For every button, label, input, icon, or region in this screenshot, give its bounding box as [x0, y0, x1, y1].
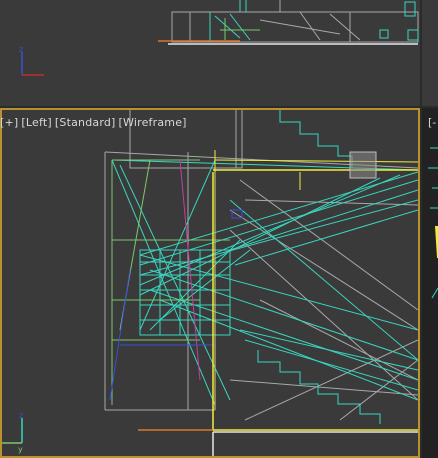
- viewport-top-right[interactable]: [421, 0, 438, 106]
- viewport-pov-menu[interactable]: [Left]: [21, 116, 51, 129]
- viewport-plus-menu[interactable]: [+]: [0, 116, 18, 129]
- svg-text:z: z: [19, 411, 23, 420]
- top-viewport-wireframe: z: [19, 0, 419, 76]
- viewport-top[interactable]: z: [0, 0, 420, 106]
- viewport-shading-standard-menu[interactable]: [Standard]: [55, 116, 116, 129]
- right-viewport-wireframe: [428, 147, 438, 299]
- left-viewport-wireframe: z y: [2, 110, 418, 456]
- right-viewport-label[interactable]: [-: [428, 116, 436, 129]
- viewport-display-mode-menu[interactable]: [Wireframe]: [119, 116, 187, 129]
- viewport-label-menu: [+] [Left] [Standard] [Wireframe]: [0, 116, 190, 129]
- selection-gizmo: [349, 151, 377, 179]
- viewport-right[interactable]: [422, 108, 438, 458]
- svg-text:y: y: [18, 445, 23, 454]
- svg-text:z: z: [19, 45, 23, 54]
- top-right-wireframe: [421, 0, 422, 106]
- viewport-left-active[interactable]: z y: [0, 108, 420, 458]
